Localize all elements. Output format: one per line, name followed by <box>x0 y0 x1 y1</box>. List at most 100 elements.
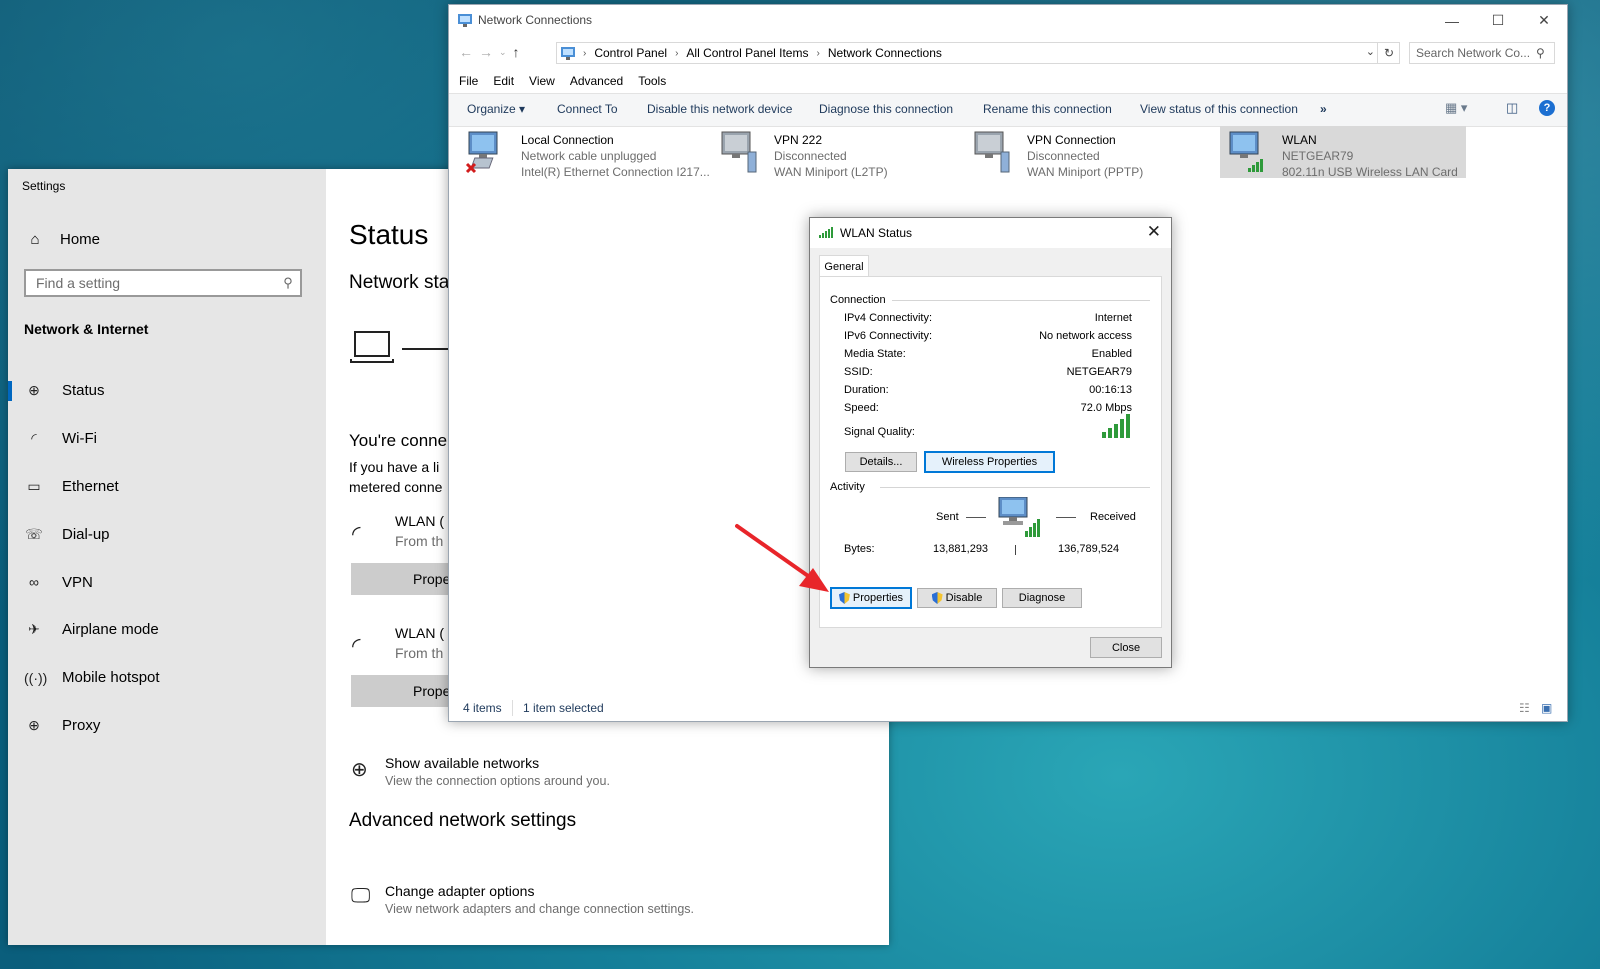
details-view-icon[interactable]: ☷ <box>1519 701 1530 715</box>
diagnose-connection-button[interactable]: Diagnose this connection <box>819 102 953 116</box>
breadcrumb-control-panel[interactable]: Control Panel <box>594 46 667 60</box>
close-dialog-button[interactable]: Close <box>1090 637 1162 658</box>
properties-button-label: Properties <box>852 592 904 604</box>
selection-count: 1 item selected <box>523 701 604 715</box>
sidebar-item-dialup[interactable]: ☏ Dial-up <box>8 510 326 558</box>
sidebar-item-hotspot[interactable]: ((·)) Mobile hotspot <box>8 654 326 702</box>
metered-text: If you have a li metered conne <box>349 457 442 497</box>
vpn-adapter-icon <box>721 131 757 173</box>
globe-icon: ⊕ <box>28 382 40 399</box>
up-arrow-icon[interactable]: ↑ <box>513 44 520 60</box>
section-title: Network & Internet <box>24 321 149 337</box>
wireless-properties-button[interactable]: Wireless Properties <box>924 451 1055 473</box>
forward-arrow-icon[interactable]: → <box>479 44 493 60</box>
connect-to-button[interactable]: Connect To <box>557 102 618 116</box>
vpn-adapter-icon <box>974 131 1010 173</box>
title-bar: Network Connections — ☐ ✕ <box>449 5 1567 36</box>
received-label: Received <box>1090 511 1136 523</box>
group-divider <box>892 300 1150 301</box>
general-panel: Connection IPv4 Connectivity: Internet IP… <box>819 276 1162 628</box>
properties-button[interactable]: Properties <box>830 587 912 609</box>
back-arrow-icon[interactable]: ← <box>459 44 473 60</box>
wlan-status-dialog: WLAN Status ✕ General Connection IPv4 Co… <box>809 217 1172 668</box>
menu-tools[interactable]: Tools <box>638 74 666 88</box>
network-connections-icon <box>561 46 575 60</box>
connection-item-vpn-connection[interactable]: VPN Connection Disconnected WAN Miniport… <box>965 126 1211 179</box>
connection-item-vpn-222[interactable]: VPN 222 Disconnected WAN Miniport (L2TP) <box>712 126 958 179</box>
view-status-button[interactable]: View status of this connection <box>1140 102 1298 116</box>
metered-line-2: metered conne <box>349 479 443 495</box>
wireless-adapter-icon <box>1229 131 1263 172</box>
page-title: Status <box>349 219 429 250</box>
sidebar-item-ethernet[interactable]: ▭ Ethernet <box>8 463 326 511</box>
sidebar-item-label: Dial-up <box>62 525 110 543</box>
recent-dropdown-icon[interactable]: ⌄ <box>499 44 507 60</box>
minimize-button[interactable]: — <box>1429 5 1475 36</box>
bytes-sent: 13,881,293 <box>933 543 989 555</box>
disable-device-button[interactable]: Disable this network device <box>647 102 792 116</box>
close-button[interactable]: ✕ <box>1521 5 1567 36</box>
connection-device: WAN Miniport (L2TP) <box>774 165 888 179</box>
group-divider <box>880 487 1150 488</box>
bytes-label: Bytes: <box>844 543 875 555</box>
connection-name: Local Connection <box>521 133 614 147</box>
activity-divider <box>1015 545 1016 555</box>
tab-general[interactable]: General <box>819 255 869 278</box>
preview-pane-icon[interactable]: ◫ <box>1506 100 1518 116</box>
connection-name: VPN Connection <box>1027 133 1116 147</box>
sidebar-item-wifi[interactable]: ◜ Wi-Fi <box>8 415 326 463</box>
sidebar-item-label: Proxy <box>62 716 101 734</box>
search-input[interactable] <box>1410 45 1536 61</box>
change-view-icon[interactable]: ▦ ▾ <box>1445 100 1467 116</box>
help-icon[interactable]: ? <box>1539 100 1555 116</box>
status-divider <box>512 700 513 716</box>
more-commands-button[interactable]: » <box>1320 102 1327 116</box>
organize-button[interactable]: Organize ▾ <box>467 102 525 116</box>
chevron-down-icon[interactable]: ⌄ <box>1366 45 1375 58</box>
connection-item-local[interactable]: Local Connection Network cable unplugged… <box>459 126 710 179</box>
find-setting-box[interactable]: ⚲ <box>24 269 302 297</box>
find-setting-input[interactable] <box>26 274 276 292</box>
refresh-icon[interactable]: ↻ <box>1377 42 1400 64</box>
network-connections-icon <box>458 14 472 27</box>
dialog-title-bar: WLAN Status ✕ <box>810 218 1171 248</box>
menu-advanced[interactable]: Advanced <box>570 74 623 88</box>
nav-arrows: ← → ⌄ ↑ <box>459 44 520 60</box>
network-status-heading: Network sta <box>349 272 450 293</box>
dialup-icon: ☏ <box>25 525 43 542</box>
uac-shield-icon <box>931 592 943 604</box>
maximize-button[interactable]: ☐ <box>1475 5 1521 36</box>
details-button[interactable]: Details... <box>845 452 917 472</box>
wifi-icon: ◜ <box>352 521 361 546</box>
diagnose-button[interactable]: Diagnose <box>1002 588 1082 608</box>
sidebar-item-status[interactable]: ⊕ Status <box>8 367 326 415</box>
search-box[interactable]: ⚲ <box>1409 42 1555 64</box>
breadcrumb-all-items[interactable]: All Control Panel Items <box>686 46 808 60</box>
row-key: Duration: <box>844 384 889 396</box>
connection-device: Intel(R) Ethernet Connection I217... <box>521 165 710 179</box>
dialog-close-icon[interactable]: ✕ <box>1147 222 1161 242</box>
connection-status: NETGEAR79 <box>1282 149 1354 163</box>
sidebar-item-airplane[interactable]: ✈ Airplane mode <box>8 606 326 654</box>
sidebar-item-proxy[interactable]: ⊕ Proxy <box>8 702 326 750</box>
address-bar[interactable]: › Control Panel › All Control Panel Item… <box>556 42 1400 64</box>
row-value: No network access <box>1039 330 1132 342</box>
row-value: 72.0 Mbps <box>1080 402 1132 414</box>
menu-view[interactable]: View <box>529 74 555 88</box>
nav-home[interactable]: ⌂ Home <box>24 226 100 252</box>
disable-button-label: Disable <box>945 592 983 604</box>
disable-button[interactable]: Disable <box>917 588 997 608</box>
rename-connection-button[interactable]: Rename this connection <box>983 102 1112 116</box>
breadcrumb-network-connections[interactable]: Network Connections <box>828 46 942 60</box>
menu-bar: File Edit View Advanced Tools <box>459 74 681 88</box>
connection-subtitle: From th <box>395 645 444 661</box>
vpn-icon: ∞ <box>29 574 39 591</box>
sidebar-item-vpn[interactable]: ∞ VPN <box>8 558 326 606</box>
menu-file[interactable]: File <box>459 74 478 88</box>
search-icon: ⚲ <box>1536 46 1545 60</box>
large-icons-view-icon[interactable]: ▣ <box>1541 701 1552 715</box>
signal-icon <box>819 227 833 238</box>
connection-name: VPN 222 <box>774 133 823 147</box>
menu-edit[interactable]: Edit <box>493 74 514 88</box>
connection-item-wlan[interactable]: WLAN NETGEAR79 802.11n USB Wireless LAN … <box>1220 126 1466 179</box>
